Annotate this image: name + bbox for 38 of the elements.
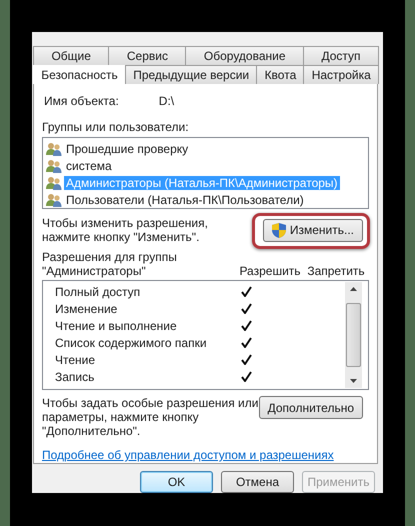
tab[interactable]: Безопасность: [33, 65, 126, 84]
user-group-icon: [46, 176, 62, 190]
object-name-value: D:\: [158, 94, 174, 108]
permission-name: Изменение: [54, 302, 118, 316]
permission-name: Чтение: [54, 352, 96, 366]
group-item[interactable]: Прошедшие проверку: [64, 142, 190, 156]
tab[interactable]: Оборудование: [185, 46, 304, 65]
groups-label: Группы или пользователи:: [42, 120, 190, 134]
permission-name: Список содержимого папки: [54, 336, 208, 350]
user-group-icon: [46, 158, 62, 172]
scrollbar[interactable]: [345, 282, 362, 388]
object-name-label: Имя объекта:: [44, 94, 119, 108]
tab[interactable]: Доступ: [303, 46, 380, 65]
tab[interactable]: Квота: [256, 65, 304, 84]
permission-name: Полный доступ: [54, 284, 142, 298]
permissions-label: Разрешения для группы "Администраторы": [42, 250, 178, 278]
tab[interactable]: Предыдущие версии: [124, 65, 258, 84]
user-group-icon: [46, 142, 62, 156]
group-item[interactable]: система: [64, 158, 114, 172]
tab[interactable]: Общие: [33, 46, 110, 65]
user-group-icon: [46, 192, 62, 206]
tab[interactable]: Настройка: [303, 65, 379, 84]
dialog-button[interactable]: OK: [140, 471, 213, 493]
advanced-hint: Чтобы задать особые разрешения или параметры, нажмите кнопку "Дополнительно".: [42, 396, 258, 438]
scroll-down-icon[interactable]: [350, 379, 357, 383]
dialog-button[interactable]: Отмена: [221, 471, 294, 493]
scroll-up-icon[interactable]: [350, 287, 357, 291]
permission-name: Чтение и выполнение: [54, 318, 178, 332]
tab[interactable]: Сервис: [108, 46, 186, 65]
permission-name: Запись: [54, 370, 96, 384]
change-hint: Чтобы изменить разрешения, нажмите кнопку "Изменить".: [42, 216, 208, 244]
help-link[interactable]: Подробнее об управлении доступом и разрешениях: [42, 448, 369, 462]
change-button[interactable]: Изменить...: [262, 218, 363, 242]
shield-icon: [272, 222, 286, 238]
advanced-button[interactable]: Дополнительно: [258, 396, 363, 419]
group-item[interactable]: Пользователи (Наталья-ПК\Пользователи): [64, 192, 306, 206]
deny-header: Запретить: [306, 264, 366, 278]
allow-header: Разрешить: [238, 264, 302, 278]
